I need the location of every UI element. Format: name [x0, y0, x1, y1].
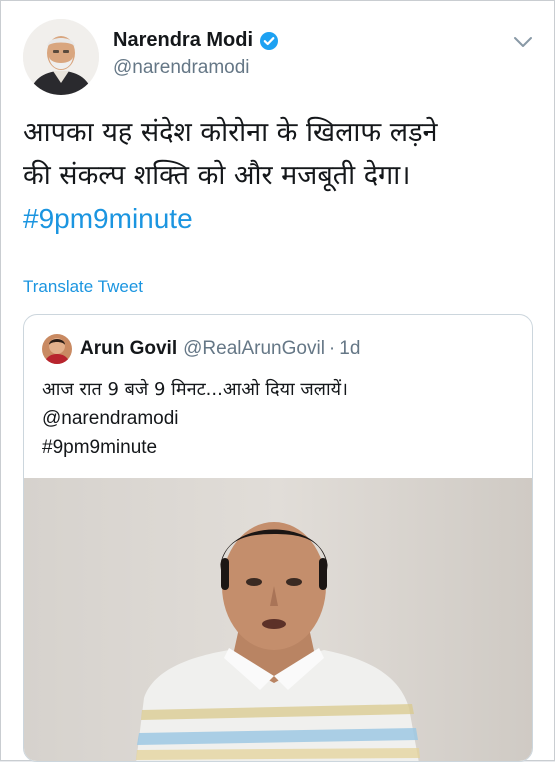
tweet-text-line: की संकल्प शक्ति को और मजबूती देगा। [23, 160, 411, 191]
verified-badge-icon [260, 31, 279, 50]
author-handle[interactable]: @narendramodi [113, 57, 250, 79]
quoted-text-line: आज रात 9 बजे 9 मिनट...आओ दिया जलायें। [42, 379, 348, 400]
quoted-tweet[interactable]: Arun Govil @RealArunGovil · 1d आज रात 9 … [23, 314, 533, 762]
author-name[interactable]: Narendra Modi [113, 29, 253, 52]
quoted-author-name[interactable]: Arun Govil [80, 338, 177, 360]
quoted-hashtag[interactable]: #9pm9minute [42, 433, 522, 462]
quoted-tweet-header: Arun Govil @RealArunGovil · 1d [42, 334, 360, 364]
quoted-tweet-text: आज रात 9 बजे 9 मिनट...आओ दिया जलायें। @n… [42, 375, 522, 462]
tweet-header: Narendra Modi @narendramodi [23, 19, 538, 99]
video-thumbnail[interactable] [24, 478, 532, 761]
chevron-down-icon[interactable] [512, 35, 534, 49]
separator-dot: · [328, 338, 336, 359]
quoted-author-handle[interactable]: @RealArunGovil [183, 338, 325, 360]
author-name-line: Narendra Modi [113, 29, 279, 52]
tweet-card: Narendra Modi @narendramodi आपका यह संदे… [0, 0, 555, 762]
hashtag-link[interactable]: #9pm9minute [23, 197, 533, 240]
author-avatar[interactable] [23, 19, 99, 95]
quoted-timestamp[interactable]: 1d [339, 338, 360, 360]
tweet-text-line: आपका यह संदेश कोरोना के खिलाफ लड़ने [23, 117, 438, 148]
quoted-author-avatar[interactable] [42, 334, 72, 364]
quoted-mention[interactable]: @narendramodi [42, 404, 522, 433]
translate-tweet-link[interactable]: Translate Tweet [23, 277, 143, 297]
tweet-text: आपका यह संदेश कोरोना के खिलाफ लड़ने की स… [23, 111, 533, 240]
